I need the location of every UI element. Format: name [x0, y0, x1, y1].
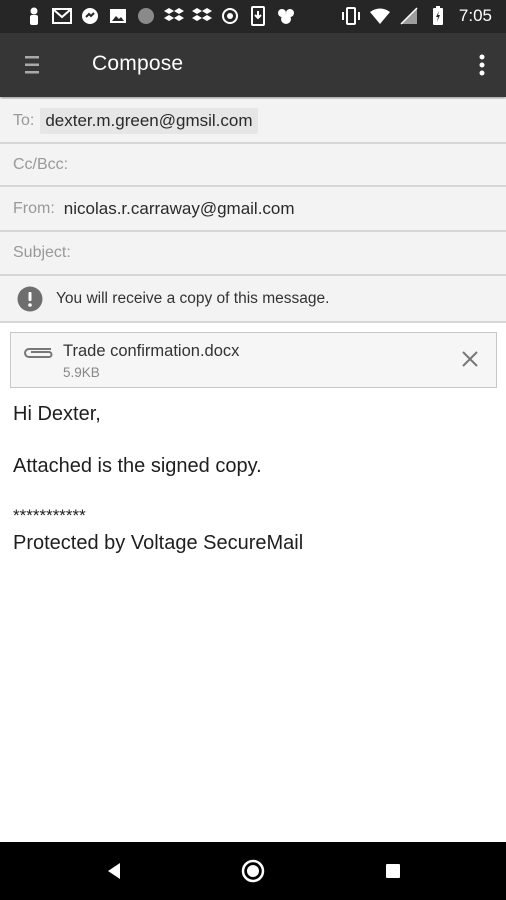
dropbox-icon [192, 6, 212, 26]
message-line[interactable]: Attached is the signed copy. [13, 455, 262, 478]
attachment-card[interactable]: Trade confirmation.docx 5.9KB [10, 332, 497, 388]
notice-text: You will receive a copy of this message. [56, 289, 330, 307]
gmail-icon [52, 6, 72, 26]
circle-icon [136, 6, 156, 26]
from-value[interactable]: nicolas.r.carraway@gmail.com [64, 199, 295, 219]
to-recipient-chip[interactable]: dexter.m.green@gmsil.com [40, 107, 258, 134]
signature-separator[interactable]: *********** [13, 506, 86, 526]
cc-bcc-field[interactable]: Cc/Bcc: [0, 144, 506, 187]
notification-icons [24, 5, 296, 27]
subject-field[interactable]: Subject: [0, 232, 506, 276]
cc-bcc-label: Cc/Bcc: [13, 155, 69, 173]
menu-icon[interactable] [20, 51, 44, 79]
image-icon [108, 6, 128, 26]
more-vert-icon[interactable] [474, 49, 490, 81]
app-bar: Compose [0, 33, 506, 97]
close-icon[interactable] [460, 349, 480, 369]
attachment-name: Trade confirmation.docx [63, 342, 240, 360]
home-icon[interactable] [241, 859, 265, 883]
system-status: 7:05 [341, 5, 492, 27]
paperclip-icon [21, 343, 55, 361]
alert-icon [17, 286, 43, 312]
to-field[interactable]: To: dexter.m.green@gmsil.com [0, 99, 506, 144]
copy-notice: You will receive a copy of this message. [0, 276, 506, 323]
dropbox-icon [164, 6, 184, 26]
status-bar: 7:05 [0, 0, 506, 33]
battery-icon [428, 6, 448, 26]
page-title: Compose [92, 52, 184, 75]
vibrate-icon [341, 6, 361, 26]
from-label: From: [13, 199, 55, 217]
message-greeting[interactable]: Hi Dexter, [13, 403, 101, 426]
navigation-bar [0, 842, 506, 900]
recents-icon[interactable] [381, 859, 405, 883]
wifi-icon [369, 6, 390, 26]
person-icon [24, 6, 44, 26]
sync-icon [80, 6, 100, 26]
subject-label: Subject: [13, 244, 71, 261]
from-field[interactable]: From: nicolas.r.carraway@gmail.com [0, 187, 506, 232]
puzzle-icon [276, 6, 296, 26]
download-icon [248, 6, 268, 26]
signature-text[interactable]: Protected by Voltage SecureMail [13, 532, 303, 555]
target-icon [220, 6, 240, 26]
back-icon[interactable] [102, 859, 126, 883]
signal-icon [399, 6, 419, 26]
attachment-size: 5.9KB [63, 365, 100, 380]
status-time: 7:05 [458, 6, 492, 25]
to-label: To: [13, 111, 35, 129]
